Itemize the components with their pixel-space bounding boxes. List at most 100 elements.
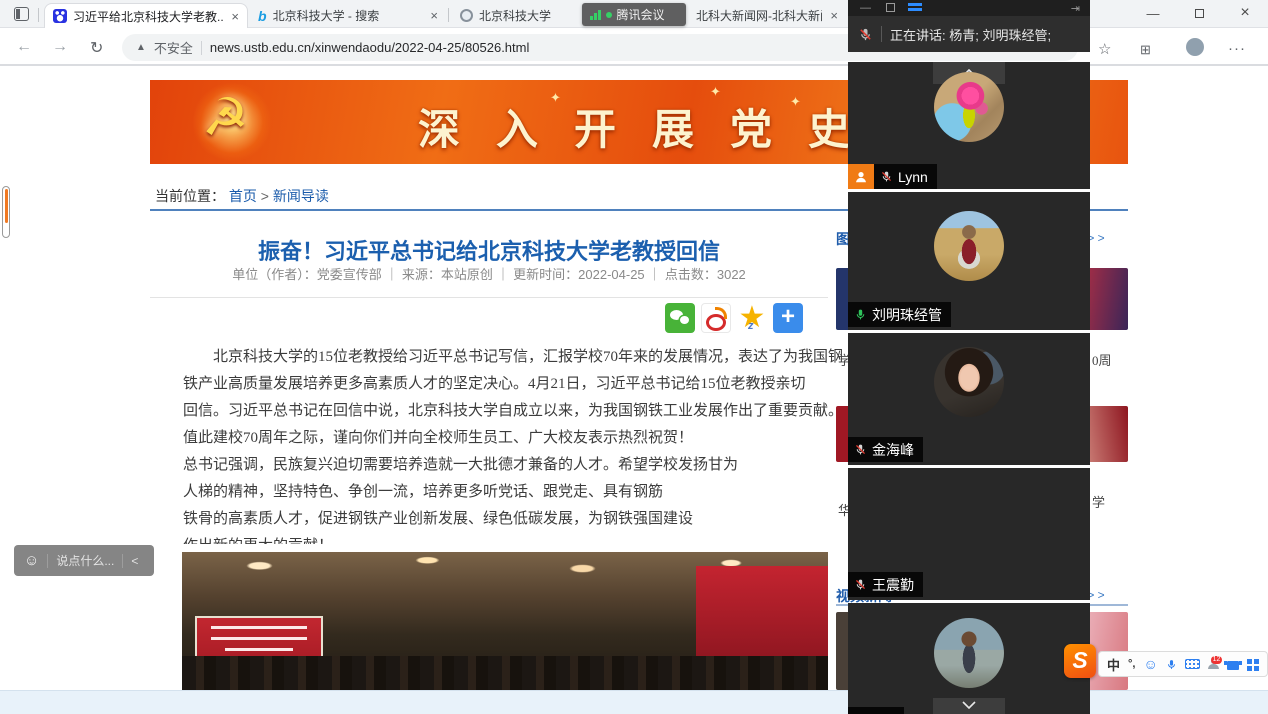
article-title: 振奋！习近平总书记给北京科技大学老教授回信	[150, 234, 828, 266]
collapse-left-icon[interactable]: <	[131, 554, 138, 568]
mic-muted-icon	[854, 443, 867, 456]
participant-namebar: 王震勤	[848, 572, 923, 597]
page-side-scroll-indicator[interactable]	[2, 186, 10, 238]
toolbox-icon[interactable]	[1247, 659, 1252, 664]
mic-muted-icon	[854, 578, 867, 591]
participant-namebar: 刘明珠经管	[848, 302, 951, 327]
caption-fragment: 0周	[1092, 350, 1112, 369]
tab-close-icon[interactable]: ×	[830, 8, 838, 23]
article-line: 值此建校70周年之际，谨向你们并向全校师生员工、广大校友表示热烈祝贺！	[183, 425, 873, 452]
share-more-icon[interactable]: +	[773, 303, 803, 333]
ustb-favicon	[460, 9, 473, 22]
speakbar-divider	[881, 26, 882, 42]
scroll-down-button[interactable]	[933, 698, 1005, 714]
sogou-logo[interactable]: S	[1064, 644, 1096, 678]
favorites-icon[interactable]: ☆	[1098, 40, 1111, 58]
breadcrumb-section-link[interactable]: 新闻导读	[273, 188, 329, 204]
speaking-status-bar: 正在讲话: 杨青; 刘明珠经管;	[848, 16, 1090, 52]
window-restore-button[interactable]	[1179, 0, 1219, 26]
tab-title: 北科大新闻网-北科大新闻...	[696, 7, 822, 24]
share-qzone-icon[interactable]: ★z	[737, 303, 767, 333]
keyboard-icon[interactable]	[1185, 659, 1200, 669]
pill-divider	[122, 554, 123, 568]
baidu-favicon	[53, 9, 67, 23]
meeting-overlay-label: 腾讯会议	[617, 6, 665, 23]
collections-icon[interactable]: ⊞	[1140, 42, 1151, 58]
speaking-label: 正在讲话: 杨青; 刘明珠经管;	[890, 25, 1051, 44]
tab-news[interactable]: 北科大新闻网-北科大新闻... ×	[688, 3, 846, 28]
breadcrumb-home-link[interactable]: 首页	[229, 188, 257, 204]
participant-tile[interactable]: Lynn	[848, 62, 1090, 189]
tab-close-icon[interactable]: ×	[430, 8, 438, 23]
caption-fragment: 学	[1092, 492, 1105, 511]
article-line: 铁产业高质量发展培养更多高素质人才的坚定决心。4月21日，习近平总书记给15位老…	[183, 371, 873, 398]
photo-audience	[182, 656, 828, 690]
panel-minimize-icon[interactable]: —	[860, 2, 871, 14]
participant-avatar	[934, 72, 1004, 142]
chinese-mode-icon[interactable]: 中	[1107, 655, 1120, 674]
more-menu-icon[interactable]: ···	[1228, 40, 1246, 57]
participant-tile[interactable]: 王震勤	[848, 468, 1090, 600]
chevron-down-icon	[962, 701, 976, 709]
participant-tile[interactable]	[848, 603, 1090, 714]
tab-divider	[448, 8, 449, 22]
account-badge: 12	[1211, 656, 1222, 664]
participant-name: 刘明珠经管	[872, 305, 942, 325]
participant-name: 王震勤	[872, 575, 914, 595]
tencent-meeting-overlay[interactable]: 腾讯会议	[582, 3, 686, 26]
emoji-icon[interactable]: ☺	[24, 552, 39, 569]
tab-title: 习近平给北京科技大学老教...	[73, 8, 223, 25]
tab-search[interactable]: b 北京科技大学 - 搜索 ×	[250, 3, 446, 28]
breadcrumb-separator: >	[261, 188, 269, 204]
comment-input-pill[interactable]: ☺ 说点什么... <	[14, 545, 154, 576]
article-line: 总书记强调，民族复兴迫切需要培养造就一大批德才兼备的人才。希望学校发扬甘为	[183, 452, 873, 479]
participant-avatar	[934, 211, 1004, 281]
restore-icon	[1195, 9, 1204, 18]
participant-namebar: Lynn	[848, 164, 937, 189]
window-minimize-button[interactable]: —	[1133, 0, 1173, 26]
participant-tile[interactable]: 金海峰	[848, 333, 1090, 465]
security-label: 不安全	[154, 38, 193, 57]
account-icon[interactable]: 12	[1208, 659, 1219, 670]
meeting-panel-titlebar[interactable]: — ⇥	[848, 0, 1090, 16]
mic-muted-icon	[858, 27, 873, 42]
participant-tile[interactable]: 刘明珠经管	[848, 192, 1090, 330]
tab-close-icon[interactable]: ×	[231, 9, 239, 24]
panel-restore-icon[interactable]	[886, 3, 895, 12]
address-divider	[201, 41, 202, 55]
vertical-tabs-button[interactable]	[14, 7, 29, 21]
tab-ustb[interactable]: 北京科技大学	[452, 3, 578, 28]
photo-red-screen	[696, 566, 828, 662]
minimize-icon: —	[1147, 6, 1160, 21]
comment-placeholder[interactable]: 说点什么...	[56, 552, 114, 569]
panel-layout-icon[interactable]	[908, 1, 922, 11]
profile-avatar[interactable]	[1186, 38, 1204, 56]
forward-icon[interactable]: →	[52, 38, 68, 56]
tab-article[interactable]: 习近平给北京科技大学老教... ×	[44, 3, 248, 28]
voice-input-icon[interactable]	[1166, 658, 1177, 671]
article-photo	[182, 552, 828, 690]
share-wechat-icon[interactable]	[665, 303, 695, 333]
not-secure-warning-icon: ▲	[136, 42, 146, 53]
mic-active-dot-icon	[606, 12, 612, 18]
article-line: 回信。习近平总书记在回信中说，北京科技大学自成立以来，为我国钢铁工业发展作出了重…	[183, 398, 873, 425]
bing-favicon: b	[258, 8, 267, 24]
share-weibo-icon[interactable]	[701, 303, 731, 333]
refresh-icon[interactable]: ↻	[90, 38, 103, 58]
article-line: 人梯的精神，坚持特色、争创一流，培养更多听党话、跟党走、具有钢筋	[183, 479, 873, 506]
back-icon[interactable]: ←	[16, 38, 32, 56]
emoji-icon[interactable]: ☺	[1144, 656, 1158, 672]
article-line: 北京科技大学的15位老教授给习近平总书记写信，汇报学校70年来的发展情况，表达了…	[183, 344, 873, 371]
article-line: 铁骨的高素质人才，促进钢铁产业创新发展、绿色低碳发展，为钢铁强国建设	[183, 506, 873, 533]
article-divider	[150, 297, 828, 298]
participant-name: 金海峰	[872, 440, 914, 460]
panel-popout-icon[interactable]: ⇥	[1071, 2, 1080, 15]
punctuation-icon[interactable]: °,	[1128, 658, 1135, 670]
mic-on-icon	[854, 308, 867, 321]
signal-bars-icon	[590, 10, 601, 20]
window-close-button[interactable]: ×	[1225, 0, 1265, 26]
article-body: 北京科技大学的15位老教授给习近平总书记写信，汇报学校70年来的发展情况，表达了…	[183, 344, 873, 544]
participant-namebar: 金海峰	[848, 437, 923, 462]
sogou-input-bar[interactable]: 中 °, ☺ 12	[1098, 651, 1268, 677]
skin-icon[interactable]	[1227, 661, 1239, 670]
